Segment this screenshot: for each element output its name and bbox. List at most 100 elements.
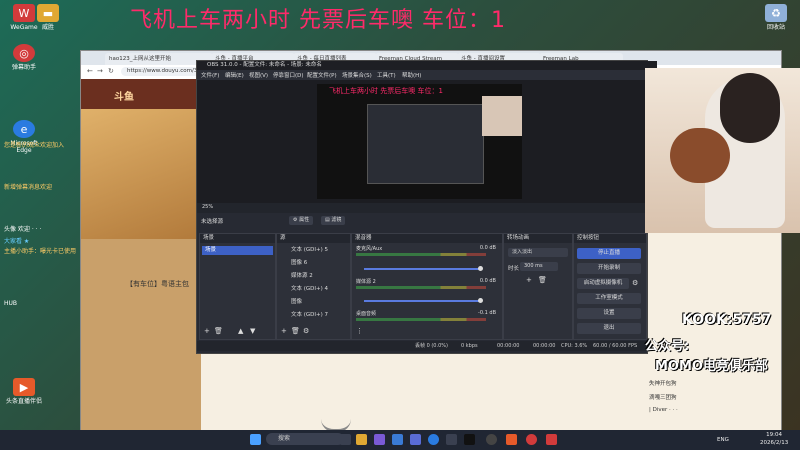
- zoom-level[interactable]: 25%: [202, 204, 213, 210]
- preview-banner-text: 飞机上车两小时 先票后车噢 车位：1: [329, 87, 443, 95]
- bitrate: 0 kbps: [461, 343, 478, 349]
- room-title[interactable]: 【有车位】粤语主包: [126, 279, 189, 289]
- chat-line: HUB: [4, 300, 18, 307]
- taskbar-search[interactable]: 搜索: [266, 433, 344, 445]
- remove-transition-icon[interactable]: 🗑: [538, 276, 547, 284]
- preview-webcam: [482, 96, 522, 136]
- desktop-icon-label: 威胜: [41, 24, 54, 31]
- desktop-icon-folder[interactable]: ▬ 威胜: [26, 4, 70, 31]
- toutiao-icon[interactable]: [506, 434, 517, 445]
- list-item[interactable]: 滴嘎三团狗: [649, 393, 677, 401]
- desktop-icon-label: 头条直播伴侣: [5, 398, 42, 405]
- refresh-icon[interactable]: ↻: [108, 67, 114, 75]
- add-transition-icon[interactable]: +: [526, 276, 532, 284]
- source-item[interactable]: 图像: [277, 296, 350, 309]
- settings-button[interactable]: 设置: [577, 308, 641, 319]
- webcam-overlay: [645, 68, 800, 233]
- volume-slider[interactable]: [364, 300, 482, 302]
- live-time: 00:00:00: [497, 343, 520, 349]
- add-scene-icon[interactable]: +: [204, 327, 210, 335]
- desktop-icon-recycle-bin[interactable]: ♻ 回收站: [754, 4, 798, 31]
- source-item[interactable]: 文本 (GDI+) 4: [277, 283, 350, 296]
- studio-mode-button[interactable]: 工作室模式: [577, 293, 641, 304]
- source-item[interactable]: 文本 (GDI+) 7: [277, 309, 350, 322]
- obs-icon[interactable]: [464, 434, 475, 445]
- properties-button[interactable]: ⚙ 属性: [289, 216, 314, 225]
- start-menu-icon[interactable]: [250, 434, 261, 445]
- duration-input[interactable]: 300 ms: [520, 262, 558, 271]
- app-icon[interactable]: [486, 434, 497, 445]
- site-logo[interactable]: 斗鱼: [114, 88, 134, 103]
- toutiao-icon: ▶: [13, 378, 35, 396]
- edge-icon[interactable]: [428, 434, 439, 445]
- volume-slider-knob[interactable]: [478, 266, 483, 271]
- volume-slider[interactable]: [364, 268, 482, 270]
- source-settings-icon[interactable]: ⚙: [303, 327, 309, 335]
- discord-icon[interactable]: [410, 434, 421, 445]
- stop-streaming-button[interactable]: 停止直播: [577, 248, 641, 259]
- dog-image: [670, 128, 730, 183]
- desktop-icon-toutiao[interactable]: ▶ 头条直播伴侣: [2, 378, 46, 405]
- transitions-dock: 转场动画 淡入淡出 时长 300 ms + 🗑: [503, 233, 573, 340]
- controls-dock-title: 控制按钮: [574, 234, 646, 243]
- list-item[interactable]: 失神开包狗: [649, 379, 677, 387]
- danmu-icon[interactable]: [526, 434, 537, 445]
- menu-item-scene-collection[interactable]: 场景集合(S): [342, 71, 372, 79]
- move-down-icon[interactable]: ▼: [250, 327, 255, 335]
- transition-select[interactable]: 淡入淡出: [508, 248, 568, 257]
- scene-item[interactable]: 场景: [202, 246, 273, 255]
- system-clock[interactable]: 19:04 2026/2/13: [760, 431, 788, 447]
- properties-label: 属性: [299, 217, 310, 223]
- menu-item-file[interactable]: 文件(F): [201, 71, 219, 79]
- chat-line: 新增弹幕消息欢迎: [4, 184, 53, 191]
- obs-title-bar: OBS 31.0.0 - 配置文件: 未命名 - 场景: 未命名: [197, 61, 657, 70]
- volume-slider-knob[interactable]: [478, 298, 483, 303]
- input-language[interactable]: ENG: [717, 437, 729, 443]
- volume-meter: [356, 318, 486, 321]
- mixer-channel-db: 0.0 dB: [479, 245, 496, 251]
- douyu-icon[interactable]: [546, 434, 557, 445]
- sources-dock-title: 源: [277, 234, 350, 243]
- preview-nested-screen: [367, 104, 484, 184]
- folder-icon: ▬: [37, 4, 59, 22]
- gear-icon[interactable]: ⚙: [632, 279, 638, 287]
- source-item[interactable]: 图像 6: [277, 257, 350, 270]
- teams-icon[interactable]: [374, 434, 385, 445]
- remove-source-icon[interactable]: 🗑: [291, 327, 300, 335]
- transitions-dock-title: 转场动画: [504, 234, 572, 243]
- streamer-hair: [720, 73, 780, 143]
- back-arrow-icon[interactable]: ←: [87, 67, 93, 75]
- kook-id-text: KOOK:5757: [682, 312, 772, 328]
- chat-line: 您是新的观众欢迎加入: [4, 142, 65, 149]
- no-source-label: 未选择源: [201, 219, 224, 225]
- mixer-channel-name: 桌面音频: [356, 311, 377, 317]
- menu-item-tools[interactable]: 工具(T): [377, 71, 396, 79]
- list-item[interactable]: | Diver · · ·: [649, 407, 678, 413]
- mixer-menu-icon[interactable]: ⋮: [356, 327, 363, 335]
- duration-label: 时长: [508, 266, 520, 272]
- move-up-icon[interactable]: ▲: [238, 327, 243, 335]
- app-icon[interactable]: [446, 434, 457, 445]
- obs-preview-toolbar: 25%: [197, 203, 647, 213]
- filters-button[interactable]: ▤ 滤镜: [321, 216, 346, 225]
- desktop-icon-danmu[interactable]: ◎ 弹幕助手: [2, 44, 46, 71]
- source-item[interactable]: 媒体源 2: [277, 270, 350, 283]
- menu-item-edit[interactable]: 编辑(E): [225, 71, 244, 79]
- file-explorer-icon[interactable]: [356, 434, 367, 445]
- desktop-icon-label: 弹幕助手: [11, 64, 36, 71]
- task-view-icon[interactable]: [340, 434, 351, 445]
- menu-item-help[interactable]: 帮助(H): [402, 71, 421, 79]
- obs-preview-canvas[interactable]: 飞机上车两小时 先票后车噢 车位：1: [317, 84, 522, 199]
- remove-scene-icon[interactable]: 🗑: [214, 327, 223, 335]
- source-item[interactable]: 文本 (GDI+) 5: [277, 244, 350, 257]
- menu-item-view[interactable]: 视图(V): [249, 71, 268, 79]
- stream-banner-text: 飞机上车两小时 先票后车噢 车位：1: [130, 8, 506, 33]
- add-source-icon[interactable]: +: [281, 327, 287, 335]
- start-recording-button[interactable]: 开始录制: [577, 263, 641, 274]
- start-virtual-camera-button[interactable]: 启动虚拟摄像机: [577, 278, 629, 289]
- forward-arrow-icon[interactable]: →: [97, 67, 103, 75]
- app-icon[interactable]: [392, 434, 403, 445]
- menu-item-profile[interactable]: 配置文件(P): [307, 71, 337, 79]
- exit-button[interactable]: 退出: [577, 323, 641, 334]
- menu-item-docks[interactable]: 停靠窗口(D): [273, 71, 304, 79]
